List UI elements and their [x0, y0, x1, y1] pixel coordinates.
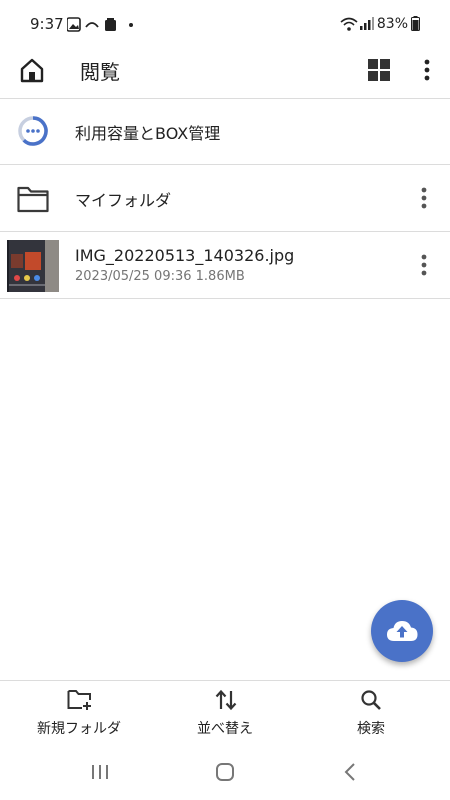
- status-time: 9:37: [30, 15, 64, 33]
- grid-icon[interactable]: [367, 58, 391, 82]
- search-button[interactable]: 検索: [296, 681, 446, 745]
- home-nav-icon[interactable]: [205, 758, 245, 786]
- battery-percentage: 83%: [376, 16, 408, 32]
- signal-icon: [360, 17, 374, 30]
- folder-icon: [17, 186, 49, 213]
- sort-label: 並べ替え: [197, 721, 253, 737]
- status-bar: 9:37 83%: [0, 0, 450, 48]
- storage-label: 利用容量とBOX管理: [75, 124, 221, 143]
- home-icon[interactable]: [18, 56, 46, 84]
- file-name: IMG_20220513_140326.jpg: [75, 246, 295, 265]
- cloud-upload-icon: [387, 621, 418, 641]
- new-folder-button[interactable]: 新規フォルダ: [4, 681, 154, 745]
- battery-icon: [411, 16, 420, 31]
- bottom-action-bar: 新規フォルダ 並べ替え 検索: [0, 680, 450, 745]
- folder-label: マイフォルダ: [75, 191, 172, 210]
- more-vert-icon[interactable]: [415, 56, 439, 84]
- search-icon: [361, 690, 381, 710]
- storage-icon: [18, 116, 48, 146]
- folder-more-icon[interactable]: [412, 184, 436, 212]
- back-icon[interactable]: [331, 758, 371, 786]
- file-more-icon[interactable]: [412, 251, 436, 279]
- recent-apps-icon[interactable]: [80, 758, 120, 786]
- file-row[interactable]: IMG_20220513_140326.jpg 2023/05/25 09:36…: [0, 232, 450, 299]
- sort-icon: [215, 689, 237, 711]
- storage-row[interactable]: 利用容量とBOX管理: [0, 99, 450, 165]
- wifi-icon: [340, 17, 358, 31]
- search-label: 検索: [357, 721, 385, 737]
- image-preview: [7, 240, 59, 292]
- app-bar: 閲覧: [0, 48, 450, 99]
- new-folder-icon: [67, 690, 91, 710]
- sort-button[interactable]: 並べ替え: [150, 681, 300, 745]
- page-title: 閲覧: [80, 60, 120, 84]
- folder-row[interactable]: マイフォルダ: [0, 165, 450, 232]
- upload-fab[interactable]: [371, 600, 433, 662]
- new-folder-label: 新規フォルダ: [37, 721, 121, 737]
- system-nav-bar: [0, 744, 450, 800]
- file-meta: 2023/05/25 09:36 1.86MB: [75, 269, 245, 284]
- file-thumbnail: [7, 240, 59, 292]
- notification-icons: [67, 17, 133, 32]
